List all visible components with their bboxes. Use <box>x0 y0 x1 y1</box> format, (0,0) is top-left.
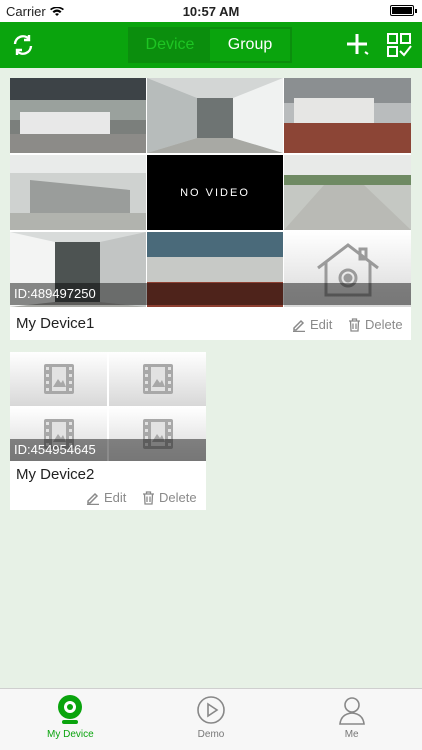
edit-label: Edit <box>104 490 127 505</box>
segment-control: Device Group <box>128 27 292 63</box>
device-id-label: ID:489497250 <box>10 283 411 305</box>
film-icon <box>142 364 173 394</box>
add-device-button[interactable] <box>334 22 380 68</box>
tab-label: My Device <box>46 729 94 740</box>
camera-placeholder[interactable] <box>109 352 206 406</box>
segment-device[interactable]: Device <box>130 29 210 61</box>
tab-bar: My Device Demo Me <box>0 688 422 750</box>
no-video-thumb[interactable]: NO VIDEO <box>147 155 283 230</box>
tab-me[interactable]: Me <box>281 689 422 750</box>
camera-thumb[interactable] <box>147 78 283 153</box>
edit-label: Edit <box>310 317 333 332</box>
refresh-icon <box>13 35 33 55</box>
delete-label: Delete <box>365 317 403 332</box>
trash-icon <box>349 317 360 332</box>
delete-label: Delete <box>159 490 197 505</box>
battery-icon <box>390 5 417 16</box>
trash-icon <box>143 490 154 505</box>
camera-thumb[interactable] <box>10 78 146 153</box>
pencil-icon <box>293 319 305 332</box>
edit-button[interactable]: Edit <box>292 317 332 332</box>
edit-button[interactable]: Edit <box>86 490 126 505</box>
tab-label: Me <box>344 729 359 740</box>
clock: 10:57 AM <box>182 4 240 19</box>
camera-icon <box>58 695 83 724</box>
delete-button[interactable]: Delete <box>142 490 197 505</box>
status-bar: Carrier 10:57 AM <box>0 0 422 22</box>
camera-placeholder[interactable] <box>10 352 107 406</box>
navigation-bar: Device Group <box>0 22 422 68</box>
tab-demo[interactable]: Demo <box>141 689 282 750</box>
film-icon <box>43 364 74 394</box>
camera-thumb[interactable] <box>10 155 146 230</box>
device-name: My Device2 <box>16 466 95 483</box>
device-card[interactable]: ID:454954645 My Device2 Edit Delete <box>10 352 206 510</box>
tab-my-device[interactable]: My Device <box>0 689 141 750</box>
camera-grid: NO VIDEO <box>10 78 411 307</box>
camera-thumb[interactable] <box>284 155 411 230</box>
plus-icon <box>347 34 369 55</box>
segment-group[interactable]: Group <box>210 29 290 61</box>
device-id-label: ID:454954645 <box>10 439 206 461</box>
multi-select-button[interactable] <box>376 22 422 68</box>
camera-thumb[interactable] <box>284 78 411 153</box>
tab-label: Demo <box>197 729 225 740</box>
delete-button[interactable]: Delete <box>348 317 403 332</box>
play-icon <box>197 696 225 724</box>
device-card[interactable]: NO VIDEO ID:489497250 My Device1 Edit De… <box>10 78 411 340</box>
device-name: My Device1 <box>16 315 95 332</box>
pencil-icon <box>87 492 99 505</box>
person-icon <box>338 697 365 725</box>
refresh-button[interactable] <box>0 22 46 68</box>
grid-check-icon <box>387 33 412 57</box>
